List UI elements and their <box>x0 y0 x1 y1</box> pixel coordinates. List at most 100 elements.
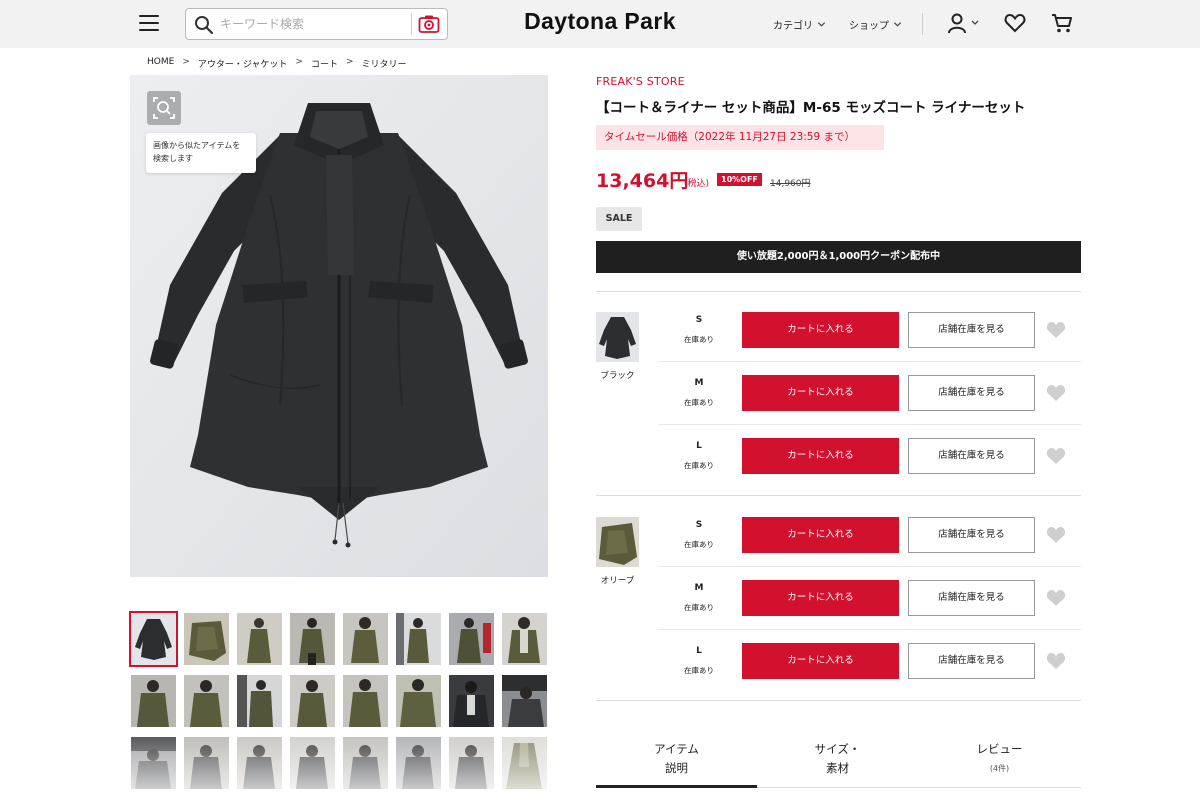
thumbnail-image[interactable] <box>131 675 176 727</box>
favorite-heart-icon[interactable] <box>1046 447 1066 465</box>
camera-search-icon[interactable] <box>418 14 440 34</box>
thumbnail-image[interactable] <box>237 613 282 665</box>
tab-item-description[interactable]: アイテム 説明 <box>596 740 757 778</box>
thumbnail-image[interactable] <box>343 675 388 727</box>
thumbnail-image[interactable] <box>184 675 229 727</box>
thumbnail-image[interactable] <box>184 737 229 789</box>
add-to-cart-button[interactable]: カートに入れる <box>742 517 899 553</box>
image-search-tooltip: 画像から似たアイテムを 検索します <box>146 133 256 173</box>
thumbnail-image[interactable] <box>290 675 335 727</box>
store-stock-button[interactable]: 店舗在庫を見る <box>908 517 1035 553</box>
user-account-icon[interactable] <box>947 12 979 36</box>
store-stock-button[interactable]: 店舗在庫を見る <box>908 375 1035 411</box>
breadcrumb-item[interactable]: アウター・ジャケット <box>198 57 288 70</box>
chevron-down-icon <box>893 22 902 27</box>
thumbnail-image[interactable] <box>396 737 441 789</box>
sale-price: 13,464円 <box>596 170 689 192</box>
heart-icon[interactable] <box>1004 12 1026 34</box>
nav-category[interactable]: カテゴリ <box>773 17 826 32</box>
image-search-icon <box>153 97 175 119</box>
tab-label: アイテム <box>654 742 699 756</box>
color-thumbnail-olive <box>596 517 639 567</box>
tab-label: レビュー <box>976 742 1023 756</box>
add-to-cart-button[interactable]: カートに入れる <box>742 375 899 411</box>
sale-tag: SALE <box>596 207 642 231</box>
tab-label: 説明 <box>665 761 688 775</box>
stock-status: 在庫あり <box>684 461 714 470</box>
breadcrumb-item[interactable]: HOME <box>147 57 174 70</box>
active-tab-indicator <box>596 785 757 788</box>
thumbnail-image[interactable] <box>237 675 282 727</box>
discount-badge: 10%OFF <box>717 173 762 186</box>
chevron-right-icon: > <box>345 57 354 67</box>
breadcrumb: HOME > アウター・ジャケット > コート > ミリタリー <box>147 57 407 70</box>
thumbnail-image[interactable] <box>396 613 441 665</box>
coupon-banner[interactable]: 使い放題2,000円＆1,000円クーポン配布中 <box>596 241 1081 273</box>
store-stock-button[interactable]: 店舗在庫を見る <box>908 580 1035 616</box>
stock-status: 在庫あり <box>684 398 714 407</box>
search-divider <box>411 13 412 35</box>
thumbnail-image[interactable] <box>290 737 335 789</box>
row-divider <box>658 361 1081 362</box>
thumbnail-image[interactable] <box>343 613 388 665</box>
store-stock-button[interactable]: 店舗在庫を見る <box>908 312 1035 348</box>
stock-status: 在庫あり <box>684 666 714 675</box>
divider <box>596 291 1081 292</box>
row-divider <box>658 629 1081 630</box>
brand-name[interactable]: FREAK'S STORE <box>596 75 685 88</box>
add-to-cart-button[interactable]: カートに入れる <box>742 312 899 348</box>
size-label: L <box>696 441 702 451</box>
stock-status: 在庫あり <box>684 603 714 612</box>
row-divider <box>658 424 1081 425</box>
product-title: 【コート＆ライナー セット商品】M-65 モッズコート ライナーセット <box>596 100 1026 116</box>
store-stock-button[interactable]: 店舗在庫を見る <box>908 438 1035 474</box>
size-label: S <box>695 315 703 325</box>
cart-icon[interactable] <box>1051 12 1073 34</box>
thumbnail-image[interactable] <box>449 613 494 665</box>
thumbnail-image[interactable] <box>502 737 547 789</box>
nav-shop[interactable]: ショップ <box>849 17 902 32</box>
add-to-cart-button[interactable]: カートに入れる <box>742 580 899 616</box>
thumbnail-image[interactable] <box>129 611 178 667</box>
image-search-button[interactable] <box>147 91 181 125</box>
menu-icon[interactable] <box>139 15 159 33</box>
tab-size-material[interactable]: サイズ・ 素材 <box>757 740 918 778</box>
tax-note: (税込) <box>684 179 710 189</box>
search-icon[interactable] <box>194 15 214 35</box>
store-stock-button[interactable]: 店舗在庫を見る <box>908 643 1035 679</box>
tab-label: サイズ・ <box>814 742 861 756</box>
thumbnail-image[interactable] <box>449 675 494 727</box>
thumbnail-image[interactable] <box>237 737 282 789</box>
thumbnail-image[interactable] <box>184 613 229 665</box>
site-header: Daytona Park カテゴリ ショップ <box>0 0 1200 48</box>
main-product-image[interactable]: 画像から似たアイテムを 検索します <box>130 75 548 577</box>
favorite-heart-icon[interactable] <box>1046 652 1066 670</box>
favorite-heart-icon[interactable] <box>1046 321 1066 339</box>
favorite-heart-icon[interactable] <box>1046 589 1066 607</box>
header-divider <box>922 13 923 35</box>
size-label: S <box>695 520 703 530</box>
search-input[interactable] <box>220 13 405 35</box>
tab-review[interactable]: レビュー (4件) <box>918 740 1081 778</box>
size-label: M <box>694 583 704 593</box>
breadcrumb-item[interactable]: ミリタリー <box>362 57 407 70</box>
add-to-cart-button[interactable]: カートに入れる <box>742 438 899 474</box>
thumbnail-image[interactable] <box>449 737 494 789</box>
thumbnail-image[interactable] <box>502 675 547 727</box>
thumbnail-image[interactable] <box>290 613 335 665</box>
color-thumbnail-black <box>596 312 639 362</box>
thumbnail-image[interactable] <box>502 613 547 665</box>
chevron-down-icon <box>817 22 826 27</box>
favorite-heart-icon[interactable] <box>1046 384 1066 402</box>
tooltip-line: 検索します <box>153 154 193 163</box>
add-to-cart-button[interactable]: カートに入れる <box>742 643 899 679</box>
favorite-heart-icon[interactable] <box>1046 526 1066 544</box>
chevron-right-icon: > <box>295 57 303 67</box>
breadcrumb-item[interactable]: コート <box>311 57 338 70</box>
size-label: L <box>696 646 702 656</box>
thumbnail-image[interactable] <box>396 675 441 727</box>
tab-label: 素材 <box>826 761 849 775</box>
thumbnail-image[interactable] <box>131 737 176 789</box>
divider <box>596 495 1081 496</box>
thumbnail-image[interactable] <box>343 737 388 789</box>
